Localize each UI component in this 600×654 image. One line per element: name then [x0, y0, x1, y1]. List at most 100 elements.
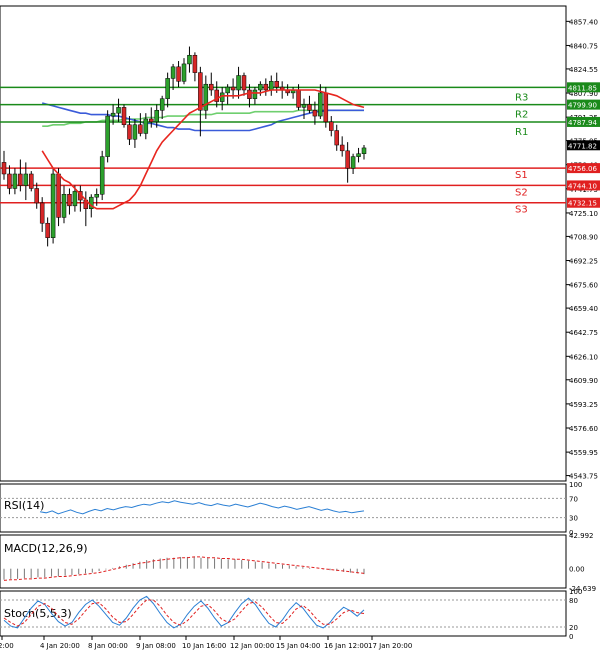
stoch-tick-label: 80	[569, 597, 578, 605]
candle-body	[176, 66, 181, 82]
candle-body	[225, 86, 230, 94]
candle-body	[192, 54, 198, 73]
candle-body	[127, 124, 132, 140]
candle-body	[149, 118, 154, 123]
level-name-r2: R2	[515, 110, 528, 121]
candle-body	[334, 130, 339, 146]
time-tick-label: 2:00	[0, 642, 14, 650]
candle-body	[18, 173, 23, 186]
candle-body	[132, 124, 138, 140]
candle-body	[99, 156, 105, 195]
time-tick-label: 10 Jan 16:00	[182, 642, 226, 650]
stoch-frame	[0, 590, 567, 637]
candle-body	[154, 110, 159, 123]
candle-body	[12, 173, 18, 189]
candle-body	[318, 92, 323, 117]
level-price-label: 4732.15	[568, 200, 597, 208]
candle-body	[105, 115, 110, 157]
candle-body	[312, 110, 318, 117]
level-price-label: 4787.94	[568, 119, 597, 127]
rsi-tick-label: 100	[569, 481, 582, 489]
stoch-tick-label: 20	[569, 624, 578, 632]
candle-body	[143, 118, 149, 134]
price-tick-label: 4543.75	[569, 473, 598, 481]
price-tick-label: 4725.10	[569, 210, 598, 218]
stoch-tick-label: 100	[569, 588, 582, 596]
candle-body	[39, 202, 45, 224]
level-name-s1: S1	[515, 170, 528, 181]
candle-body	[301, 104, 307, 108]
price-tick-label: 4692.25	[569, 258, 598, 266]
candle-body	[34, 188, 39, 204]
price-pane: 4857.404840.754824.554807.904791.254775.…	[0, 5, 600, 482]
time-tick-label: 16 Jan 12:00	[324, 642, 368, 650]
rsi-line	[39, 500, 365, 515]
price-tick-label: 4857.40	[569, 18, 598, 26]
candle-body	[263, 83, 269, 91]
candle-body	[339, 144, 345, 152]
candle-body	[187, 54, 192, 65]
candle-body	[296, 89, 301, 108]
candle-body	[361, 147, 367, 154]
trading-chart: 4857.404840.754824.554807.904791.254775.…	[0, 5, 600, 650]
level-price-label: 4756.06	[568, 165, 597, 173]
stoch-tick-label: 0	[569, 633, 573, 641]
price-tick-label: 4840.75	[569, 42, 598, 50]
moving-average-mid	[41, 102, 364, 132]
candle-body	[7, 173, 12, 189]
stoch-pane: Stoch(5,5,3) 10080 200	[0, 588, 582, 641]
candle-body	[252, 89, 258, 99]
price-tick-label: 4559.95	[569, 449, 598, 457]
price-tick-label: 4642.75	[569, 329, 598, 337]
candle-body	[67, 194, 72, 207]
candle-body	[198, 72, 203, 111]
candle-body	[230, 86, 236, 91]
price-tick-label: 4675.60	[569, 282, 598, 290]
level-name-r1: R1	[515, 127, 528, 138]
moving-average-fast	[41, 89, 365, 210]
candle-body	[56, 173, 61, 218]
candle-body	[236, 75, 241, 91]
candle-body	[138, 124, 143, 134]
candle-body	[159, 98, 165, 111]
price-tick-label: 4626.10	[569, 353, 598, 361]
candle-body	[23, 173, 29, 186]
level-price-label: 4811.85	[568, 84, 597, 92]
candle-body	[329, 121, 334, 131]
candle-body	[45, 222, 50, 238]
time-tick-label: 4 Jan 20:00	[40, 642, 80, 650]
candle-body	[274, 81, 279, 88]
rsi-tick-label: 30	[569, 515, 578, 523]
candle-body	[1, 162, 7, 175]
candle-body	[323, 92, 329, 123]
level-name-s3: S3	[515, 205, 528, 216]
candle-body	[116, 107, 121, 114]
time-tick-label: 12 Jan 00:00	[230, 642, 274, 650]
level-price-label: 4799.90	[568, 102, 597, 110]
rsi-pane: RSI(14) 10070300	[0, 481, 582, 537]
candle-body	[121, 107, 127, 125]
candle-body	[350, 156, 356, 169]
price-tick-label: 4708.90	[569, 233, 598, 241]
candle-body	[209, 83, 214, 91]
candle-body	[50, 173, 56, 238]
price-tick-label: 4824.55	[569, 66, 598, 74]
macd-tick-label: 42.992	[569, 532, 594, 540]
candle-body	[29, 173, 34, 189]
candle-body	[269, 81, 274, 91]
price-tick-label: 4609.90	[569, 377, 598, 385]
macd-pane: MACD(12,26,9) 42.9920.00-24.639	[0, 532, 596, 593]
candle-body	[72, 191, 78, 207]
macd-title: MACD(12,26,9)	[4, 542, 88, 555]
candle-body	[110, 112, 116, 117]
time-axis: 2:00 4 Jan 20:00 8 Jan 00:00 9 Jan 08:00 10 …	[0, 636, 412, 650]
candle-body	[181, 63, 187, 82]
candle-body	[307, 104, 312, 111]
candle-body	[356, 153, 361, 157]
price-tick-label: 4576.60	[569, 425, 598, 433]
time-tick-label: 17 Jan 20:00	[368, 642, 412, 650]
time-tick-label: 9 Jan 08:00	[136, 642, 176, 650]
time-tick-label: 15 Jan 04:00	[276, 642, 320, 650]
level-price-label: 4744.10	[568, 182, 597, 190]
candle-body	[203, 83, 209, 111]
